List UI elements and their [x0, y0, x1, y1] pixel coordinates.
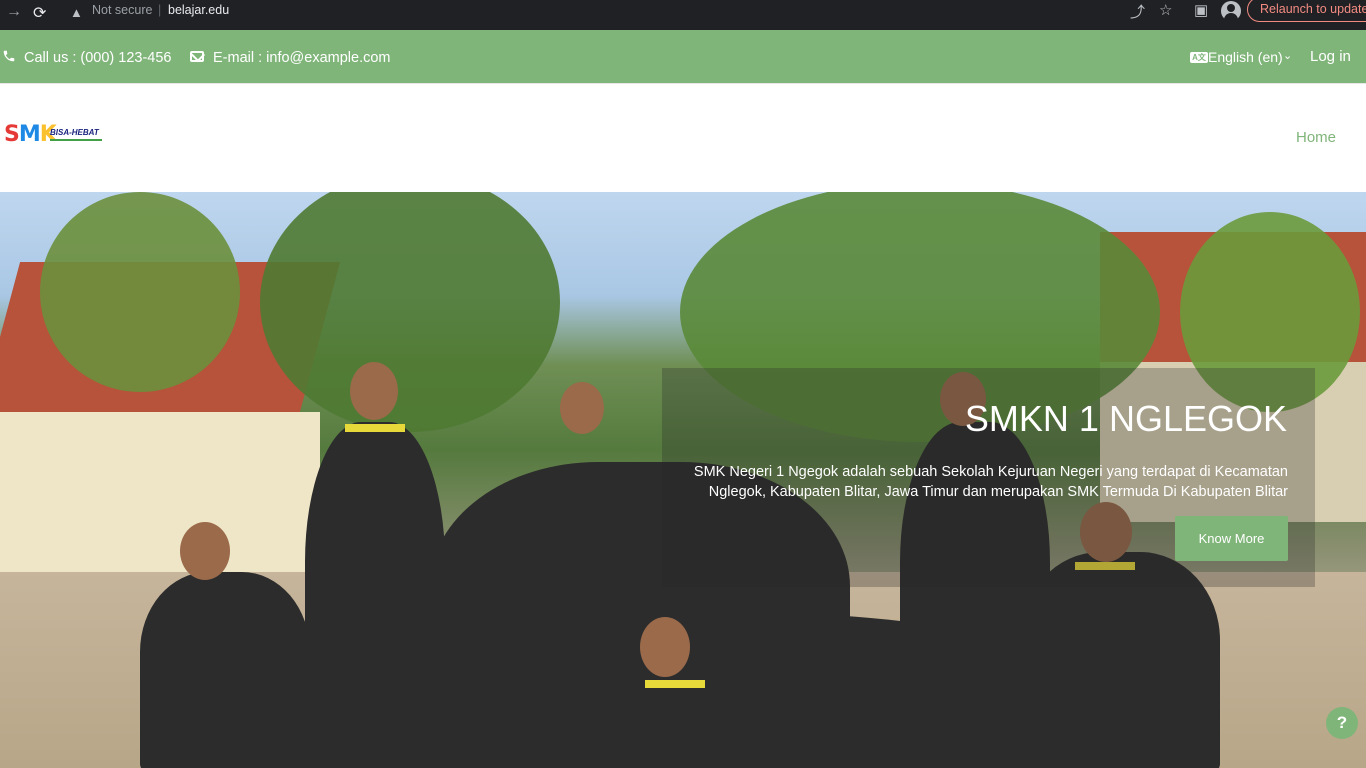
share-icon[interactable]: ⤴	[1130, 1, 1145, 22]
forward-arrow-icon[interactable]: →	[6, 3, 22, 21]
know-more-button[interactable]: Know More	[1175, 516, 1288, 561]
help-button[interactable]: ?	[1326, 707, 1358, 739]
relaunch-button[interactable]: Relaunch to update	[1247, 0, 1366, 22]
nav-home[interactable]: Home	[1296, 129, 1336, 146]
hero-description: SMK Negeri 1 Ngegok adalah sebuah Sekola…	[693, 464, 1288, 500]
browser-toolbar: → ⟳ ▲ Not secure | belajar.edu ⤴ ☆ ▣ Rel…	[0, 0, 1366, 30]
hero-banner: SMKN 1 NGLEGOK SMK Negeri 1 Ngegok adala…	[0, 192, 1366, 768]
hero-caption: SMKN 1 NGLEGOK SMK Negeri 1 Ngegok adala…	[662, 368, 1315, 587]
star-icon[interactable]: ☆	[1159, 1, 1172, 19]
email-text: E-mail : info@example.com	[213, 50, 391, 66]
phone-icon	[3, 50, 15, 62]
logo-underline	[50, 139, 102, 141]
hero-title: SMKN 1 NGLEGOK	[964, 398, 1287, 439]
profile-icon[interactable]	[1221, 1, 1241, 21]
logo-tagline: BISA-HEBAT	[50, 128, 99, 137]
reload-icon[interactable]: ⟳	[33, 3, 46, 23]
contact-bar: Call us : (000) 123-456 E-mail : info@ex…	[0, 30, 1366, 83]
phone-text: Call us : (000) 123-456	[24, 50, 172, 66]
language-icon[interactable]: A文	[1190, 52, 1208, 63]
language-menu[interactable]: English (en)	[1208, 49, 1283, 65]
site-logo[interactable]: SMK BISA-HEBAT	[4, 122, 104, 154]
warning-icon[interactable]: ▲	[70, 5, 83, 20]
sidebar-icon[interactable]: ▣	[1194, 1, 1208, 19]
site-header: SMK BISA-HEBAT Home	[0, 83, 1366, 192]
address-bar[interactable]: belajar.edu	[168, 3, 229, 17]
security-status[interactable]: Not secure	[92, 3, 152, 17]
chevron-down-icon[interactable]: ⌄	[1283, 49, 1292, 62]
login-link[interactable]: Log in	[1310, 48, 1351, 65]
url-separator: |	[158, 3, 162, 17]
mail-icon	[190, 51, 204, 62]
logo-mark: SMK	[4, 122, 57, 147]
